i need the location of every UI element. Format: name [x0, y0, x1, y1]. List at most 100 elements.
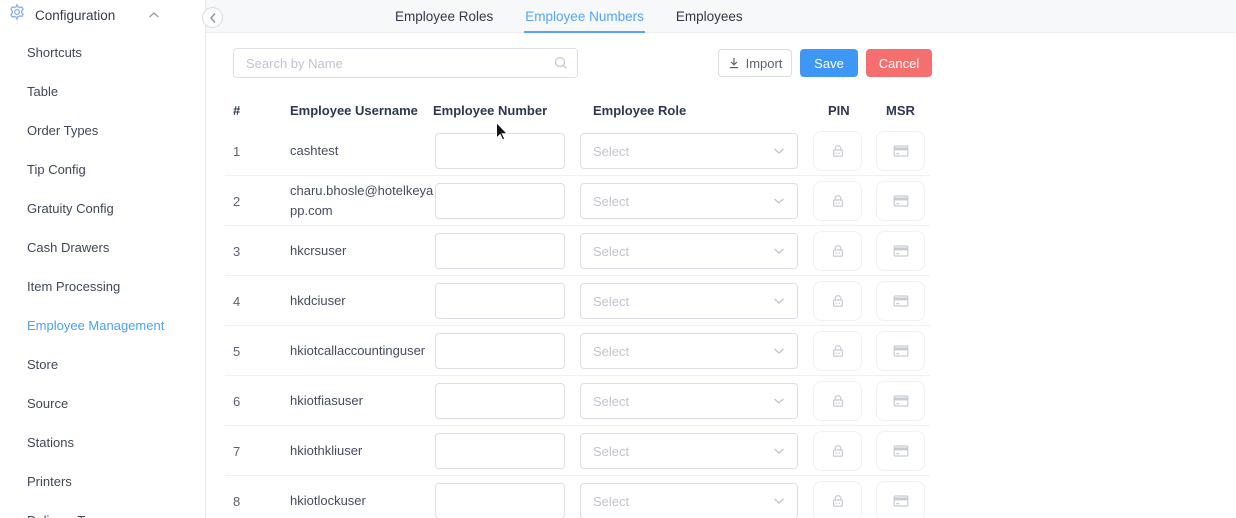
msr-button[interactable] [876, 431, 925, 471]
employee-role-select[interactable]: Select [580, 433, 798, 469]
employee-number-input[interactable] [435, 483, 565, 518]
employee-role-select[interactable]: Select [580, 483, 798, 518]
card-icon [893, 394, 909, 408]
card-icon [893, 444, 909, 458]
chevron-down-icon [773, 247, 785, 255]
table-row: 7 hkiothkliuser Select [225, 426, 930, 476]
msr-button[interactable] [876, 281, 925, 321]
sidebar-item-tip-config[interactable]: Tip Config [0, 150, 205, 189]
tab-bar: Employee Roles Employee Numbers Employee… [395, 0, 743, 33]
sidebar-item-employee-management[interactable]: Employee Management [0, 306, 205, 345]
tab-employee-roles[interactable]: Employee Roles [395, 0, 493, 33]
employee-number-input[interactable] [435, 433, 565, 469]
employee-role-select[interactable]: Select [580, 333, 798, 369]
app-window: Configuration Shortcuts Table Order Type… [0, 0, 1236, 518]
employee-role-select[interactable]: Select [580, 233, 798, 269]
select-placeholder: Select [593, 444, 773, 459]
table-row: 3 hkcrsuser Select [225, 226, 930, 276]
lock-icon [830, 343, 846, 359]
employee-username: hkiothkliuser [290, 426, 437, 476]
pin-button[interactable] [813, 381, 862, 421]
employee-number-input[interactable] [435, 233, 565, 269]
pin-button[interactable] [813, 131, 862, 171]
sidebar-item-gratuity-config[interactable]: Gratuity Config [0, 189, 205, 228]
sidebar-item-label: Printers [27, 474, 72, 489]
employee-number-input[interactable] [435, 333, 565, 369]
column-header-number: Employee Number [433, 103, 547, 118]
chevron-up-icon[interactable] [148, 11, 160, 19]
chevron-down-icon [773, 297, 785, 305]
employee-number-input[interactable] [435, 183, 565, 219]
import-button[interactable]: Import [718, 49, 792, 77]
card-icon [893, 144, 909, 158]
column-header-username: Employee Username [290, 103, 418, 118]
cancel-button[interactable]: Cancel [866, 49, 932, 77]
sidebar-item-store[interactable]: Store [0, 345, 205, 384]
row-number: 5 [233, 326, 240, 376]
sidebar-item-label: Source [27, 396, 68, 411]
select-placeholder: Select [593, 344, 773, 359]
save-button[interactable]: Save [800, 49, 858, 77]
table-row: 1 cashtest Select [225, 126, 930, 176]
table-row: 4 hkdciuser Select [225, 276, 930, 326]
lock-icon [830, 143, 846, 159]
sidebar-item-stations[interactable]: Stations [0, 423, 205, 462]
msr-button[interactable] [876, 181, 925, 221]
msr-button[interactable] [876, 331, 925, 371]
tab-label: Employees [676, 9, 743, 24]
sidebar-item-label: Gratuity Config [27, 201, 114, 216]
pin-button[interactable] [813, 231, 862, 271]
card-icon [893, 194, 909, 208]
table-body: 1 cashtest Select [225, 126, 930, 518]
select-placeholder: Select [593, 194, 773, 209]
row-number: 3 [233, 226, 240, 276]
employee-username: cashtest [290, 126, 437, 176]
pin-button[interactable] [813, 281, 862, 321]
sidebar-item-label: Table [27, 84, 58, 99]
row-number: 7 [233, 426, 240, 476]
sidebar-item-label: Employee Management [27, 318, 164, 333]
column-header-msr: MSR [886, 103, 915, 118]
table-row: 2 charu.bhosle@hotelkeyapp.com Select [225, 176, 930, 226]
employee-role-select[interactable]: Select [580, 183, 798, 219]
msr-button[interactable] [876, 231, 925, 271]
lock-icon [830, 493, 846, 509]
msr-button[interactable] [876, 131, 925, 171]
pin-button[interactable] [813, 481, 862, 518]
select-placeholder: Select [593, 394, 773, 409]
msr-button[interactable] [876, 481, 925, 518]
sidebar-item-source[interactable]: Source [0, 384, 205, 423]
sidebar-item-delivery-types[interactable]: Delivery Types [0, 501, 205, 518]
pin-button[interactable] [813, 181, 862, 221]
sidebar-menu: Shortcuts Table Order Types Tip Config G… [0, 33, 205, 518]
sidebar-item-printers[interactable]: Printers [0, 462, 205, 501]
employee-role-select[interactable]: Select [580, 283, 798, 319]
sidebar-item-table[interactable]: Table [0, 72, 205, 111]
download-icon [728, 57, 740, 69]
sidebar-collapse-button[interactable] [202, 7, 223, 28]
sidebar-item-shortcuts[interactable]: Shortcuts [0, 33, 205, 72]
tab-employee-numbers[interactable]: Employee Numbers [525, 0, 644, 33]
employee-number-input[interactable] [435, 283, 565, 319]
sidebar-item-order-types[interactable]: Order Types [0, 111, 205, 150]
sidebar-item-label: Shortcuts [27, 45, 82, 60]
employee-role-select[interactable]: Select [580, 383, 798, 419]
msr-button[interactable] [876, 381, 925, 421]
sidebar-item-cash-drawers[interactable]: Cash Drawers [0, 228, 205, 267]
employee-number-input[interactable] [435, 133, 565, 169]
sidebar-item-label: Tip Config [27, 162, 86, 177]
sidebar-item-label: Store [27, 357, 58, 372]
card-icon [893, 344, 909, 358]
employee-number-input[interactable] [435, 383, 565, 419]
tab-employees[interactable]: Employees [676, 0, 743, 33]
chevron-down-icon [773, 347, 785, 355]
chevron-down-icon [773, 197, 785, 205]
sidebar-item-item-processing[interactable]: Item Processing [0, 267, 205, 306]
select-placeholder: Select [593, 494, 773, 509]
pin-button[interactable] [813, 331, 862, 371]
chevron-down-icon [773, 447, 785, 455]
employee-role-select[interactable]: Select [580, 133, 798, 169]
chevron-down-icon [773, 397, 785, 405]
search-input[interactable] [233, 48, 578, 78]
pin-button[interactable] [813, 431, 862, 471]
